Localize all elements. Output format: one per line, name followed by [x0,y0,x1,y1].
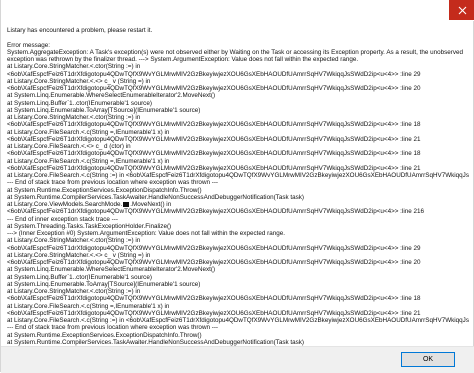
stack-trace-line: <6ob\XafEspcfFeiz6T1drXfdigotopu4QDwTQfX… [7,244,421,252]
stack-trace-line: at System.Runtime.ExceptionServices.Exce… [7,331,202,339]
error-message: Listary has encountered a problem, pleas… [7,27,469,361]
intro-text: Listary has encountered a problem, pleas… [7,27,153,34]
stack-trace-line: at Listary.Core.StringMatcher.<.<> c_ v … [7,77,151,85]
stack-trace-line: at Listary.Core.StringMatcher.<.<> c_ v … [7,251,151,259]
stack-trace-line: --- End of stack trace from previous loc… [7,324,219,332]
close-icon [458,6,466,14]
stack-trace-line: --- End of inner exception stack trace -… [7,215,118,223]
stack-trace-line: <6ob\XafEspcfFeiz6T1drXfdigotopu4QDwTQfX… [7,85,421,92]
title-bar [1,0,474,21]
ok-button[interactable]: OK [401,352,455,367]
stack-trace-line: <6ob\XafEspcfFeiz6T1drXfdigotopu4QDwTQfX… [7,164,421,172]
stack-trace-line: <6ob\XafEspcfFeiz6T1drXfdigotopu4QDwTQfX… [7,295,421,303]
stack-trace-line: at Listary.Core.FileSearch.<.c(String :=… [7,172,469,179]
stack-trace-line: at System.Linq.Enumerable.WhereSelectEnu… [7,92,216,100]
stack-trace-line: <6ob\XafEspcfFeiz6T1drXfdigotopu4QDwTQfX… [7,259,421,266]
stack-trace-line: at System.Threading.Tasks.TaskExceptionH… [7,222,172,230]
stack-trace-line: at Listary.Core.StringMatcher.<.ctor(Str… [7,63,141,71]
stack-trace-line: <6ob\XafEspcfFeiz6T1drXfdigotopu4QDwTQfX… [7,309,421,317]
error-dialog: Listary has encountered a problem, pleas… [0,0,474,373]
stack-trace-line: at Listary.Core.FileSearch.<.c(String =,… [7,128,170,136]
stack-trace-line: at System.Linq.Enumerable.ToArray[TSourc… [7,280,201,288]
stack-trace-line: at Listary.Core.FileSearch.<.c(String =,… [7,157,170,165]
stack-trace-line: ---> (Inner Exception #0) System.Argumen… [7,230,285,237]
stack-trace-line: System.AggregateException: A Task's exce… [7,48,463,56]
redacted-block [123,201,130,207]
error-label: Error message: [7,41,51,49]
stack-trace-line: at Listary.Core.ViewModels.SearchMode..M… [7,201,172,208]
dialog-footer: OK [1,346,474,373]
stack-trace-line: at System.Runtime.ExceptionServices.Exce… [7,186,202,194]
stack-trace-line: at Listary.Core.FileSearch.<.c(String =,… [7,302,170,310]
stack-trace-line: --- End of stack trace from previous loc… [7,179,219,187]
stack-trace-line: <6ob\XafEspcfFeiz6T1drXfdigotopu4QDwTQfX… [7,135,421,143]
stack-trace-line: at Listary.Core.FileSearch.<.c(String :=… [7,317,469,324]
stack-trace-line: <6ob\XafEspcfFeiz6T1drXfdigotopu4QDwTQfX… [7,208,424,216]
stack-trace: System.AggregateException: A Task's exce… [7,49,469,361]
stack-trace-line: at System.Linq.Enumerable.ToArray[TSourc… [7,106,201,114]
stack-trace-line: <6ob\XafEspcfFeiz6T1drXfdigotopu4QDwTQfX… [7,150,421,158]
stack-trace-line: at Listary.Core.StringMatcher.<.ctor(Str… [7,288,141,295]
stack-trace-line: at Listary.Core.FileSearch.<.<> c_ d (ct… [7,143,131,150]
stack-trace-line: at System.Linq.Enumerable.WhereSelectEnu… [7,266,216,274]
close-button[interactable] [449,0,474,20]
stack-trace-line: at System.Runtime.CompilerServices.TaskA… [7,193,305,201]
stack-trace-line: at Listary.Core.StringMatcher.<.ctor(Str… [7,237,141,245]
stack-trace-line: <6ob\XafEspcfFeiz6T1drXfdigotopu4QDwTQfX… [7,70,421,78]
stack-trace-line: at System.Linq.Buffer`1..ctor(IEnumerabl… [7,99,152,107]
stack-trace-line: <6ob\XafEspcfFeiz6T1drXfdigotopu4QDwTQfX… [7,121,421,129]
stack-trace-line: exception was rethrown by the finalizer … [7,56,359,63]
stack-trace-line: at System.Runtime.CompilerServices.TaskA… [7,338,305,346]
stack-trace-line: at Listary.Core.StringMatcher.<.ctor(Str… [7,114,141,121]
stack-trace-line: at System.Linq.Buffer`1..ctor(IEnumerabl… [7,273,152,281]
